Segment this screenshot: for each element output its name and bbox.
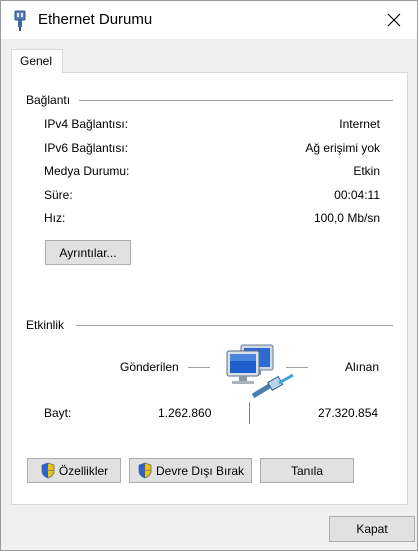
sent-label: Gönderilen bbox=[120, 360, 179, 374]
uac-shield-icon bbox=[41, 462, 55, 479]
close-icon bbox=[387, 13, 401, 27]
ethernet-adapter-icon bbox=[14, 10, 26, 31]
tab-general-label: Genel bbox=[20, 54, 53, 68]
ethernet-status-window: Ethernet Durumu Genel Bağlantı IPv4 Bağl… bbox=[0, 0, 418, 551]
media-state-value: Etkin bbox=[353, 164, 380, 178]
speed-label: Hız: bbox=[44, 211, 66, 225]
speed-value: 100,0 Mb/sn bbox=[313, 211, 380, 225]
activity-group-title: Etkinlik bbox=[26, 318, 65, 332]
disable-button[interactable]: Devre Dışı Bırak bbox=[129, 458, 252, 483]
received-line bbox=[286, 367, 308, 368]
ipv4-label: IPv4 Bağlantısı: bbox=[44, 117, 129, 131]
bytes-divider bbox=[249, 402, 250, 424]
sent-bytes-value: 1.262.860 bbox=[158, 406, 212, 420]
duration-value: 00:04:11 bbox=[334, 188, 380, 202]
title-bar: Ethernet Durumu bbox=[1, 1, 417, 39]
ipv4-value: Internet bbox=[339, 117, 380, 131]
bytes-label: Bayt: bbox=[44, 406, 72, 420]
media-state-label: Medya Durumu: bbox=[44, 164, 130, 178]
diagnose-button[interactable]: Tanıla bbox=[260, 458, 354, 483]
details-button[interactable]: Ayrıntılar... bbox=[45, 240, 131, 265]
properties-button-label: Özellikler bbox=[58, 463, 109, 478]
received-label: Alınan bbox=[345, 360, 380, 374]
window-title: Ethernet Durumu bbox=[38, 11, 153, 28]
sent-line bbox=[188, 367, 210, 368]
close-window-button[interactable] bbox=[371, 1, 417, 39]
ipv6-label: IPv6 Bağlantısı: bbox=[44, 141, 129, 155]
connection-separator bbox=[79, 100, 393, 101]
close-button[interactable]: Kapat bbox=[329, 516, 415, 542]
properties-button[interactable]: Özellikler bbox=[27, 458, 121, 483]
connection-group-title: Bağlantı bbox=[26, 93, 71, 107]
network-computers-icon bbox=[226, 344, 294, 399]
disable-button-label: Devre Dışı Bırak bbox=[155, 463, 245, 478]
uac-shield-icon bbox=[138, 462, 152, 479]
received-bytes-value: 27.320.854 bbox=[318, 406, 379, 420]
activity-separator bbox=[76, 325, 393, 326]
duration-label: Süre: bbox=[44, 188, 73, 202]
tab-general[interactable]: Genel bbox=[11, 49, 63, 73]
general-panel bbox=[11, 72, 408, 505]
ipv6-value: Ağ erişimi yok bbox=[305, 141, 380, 155]
